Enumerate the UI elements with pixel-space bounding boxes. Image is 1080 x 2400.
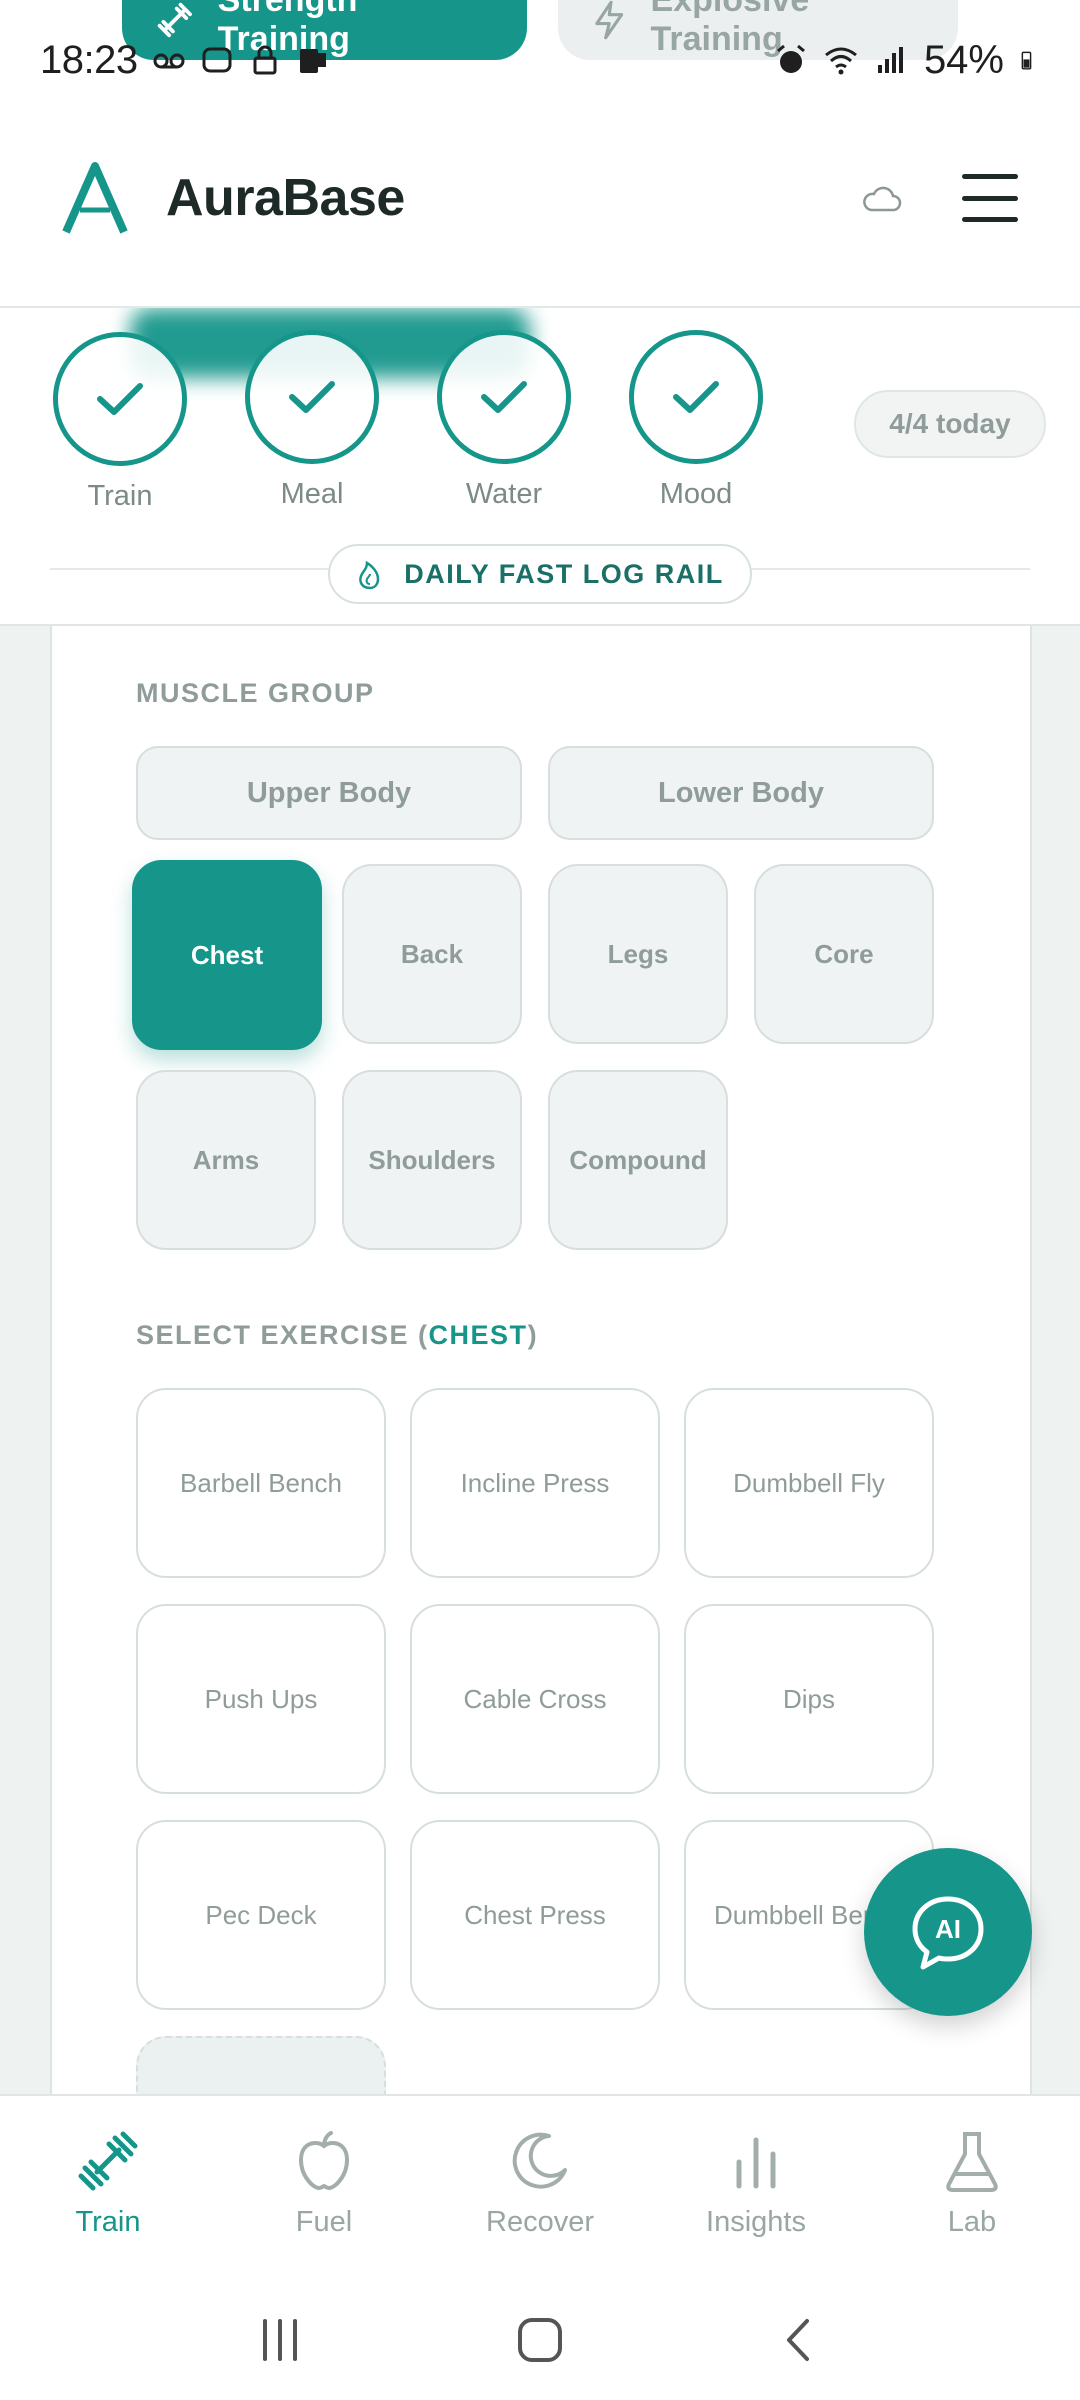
select-exercise-heading: SELECT EXERCISE (CHEST) <box>136 1320 538 1351</box>
group-legs-button[interactable]: Legs <box>548 864 728 1044</box>
nav-label: Lab <box>947 2206 997 2238</box>
rail-item-meal[interactable]: Meal <box>242 330 382 511</box>
fab-label: AI <box>935 1914 961 1944</box>
rail-item-label: Train <box>87 480 153 512</box>
hamburger-menu-icon[interactable] <box>962 174 1018 222</box>
region-lower-body-button[interactable]: Lower Body <box>548 746 934 840</box>
heading-group: CHEST <box>428 1320 528 1350</box>
nav-label: Recover <box>486 2206 594 2238</box>
brand-name: AuraBase <box>166 169 405 227</box>
check-circle <box>437 330 571 464</box>
signal-icon <box>877 47 903 73</box>
nav-fuel[interactable]: Fuel <box>216 2096 432 2280</box>
group-arms-button[interactable]: Arms <box>136 1070 316 1250</box>
flask-icon <box>946 2132 998 2192</box>
rail-item-label: Mood <box>659 478 733 510</box>
checkmark-icon <box>97 383 143 415</box>
check-circle <box>245 330 379 464</box>
home-icon[interactable] <box>515 2315 565 2365</box>
nav-label: Insights <box>706 2206 806 2238</box>
battery-icon <box>1021 51 1032 70</box>
exercise-barbell-bench[interactable]: Barbell Bench <box>136 1388 386 1578</box>
exercise-incline-press[interactable]: Incline Press <box>410 1388 660 1578</box>
exercise-cable-cross[interactable]: Cable Cross <box>410 1604 660 1794</box>
rail-item-label: Meal <box>280 478 344 510</box>
bottom-navigation: Train Fuel Recover Insights Lab <box>0 2094 1080 2280</box>
nav-label: Fuel <box>295 2206 353 2238</box>
flame-icon <box>359 560 380 590</box>
group-shoulders-button[interactable]: Shoulders <box>342 1070 522 1250</box>
region-upper-body-button[interactable]: Upper Body <box>136 746 522 840</box>
alarm-icon <box>776 44 805 73</box>
battery-percent: 54% <box>923 37 1004 82</box>
nav-label: Train <box>75 2206 141 2238</box>
exercise-dips[interactable]: Dips <box>684 1604 934 1794</box>
nav-train[interactable]: Train <box>0 2096 216 2280</box>
system-navigation-bar <box>0 2280 1080 2400</box>
rail-item-mood[interactable]: Mood <box>626 330 766 511</box>
heading-suffix: ) <box>527 1320 539 1350</box>
rail-item-water[interactable]: Water <box>434 330 574 511</box>
nav-insights[interactable]: Insights <box>648 2096 864 2280</box>
dumbbell-icon <box>78 2131 138 2191</box>
ai-chat-icon: AI <box>912 1896 984 1970</box>
app-notification-icon <box>202 47 232 73</box>
daily-fast-log-rail-toggle[interactable]: DAILY FAST LOG RAIL <box>328 544 752 604</box>
back-icon[interactable] <box>775 2315 825 2365</box>
exercise-chest-press[interactable]: Chest Press <box>410 1820 660 2010</box>
group-back-button[interactable]: Back <box>342 864 522 1044</box>
checkmark-icon <box>673 381 719 413</box>
group-compound-button[interactable]: Compound <box>548 1070 728 1250</box>
wifi-icon <box>825 47 857 75</box>
device-icon <box>299 49 326 73</box>
checkmark-icon <box>481 381 527 413</box>
ai-assistant-button[interactable]: AI <box>864 1848 1032 2016</box>
today-count-badge: 4/4 today <box>854 390 1046 458</box>
rail-pill-label: DAILY FAST LOG RAIL <box>404 558 724 589</box>
muscle-group-heading: MUSCLE GROUP <box>136 678 375 708</box>
apple-icon <box>298 2131 350 2191</box>
rail-item-train[interactable]: Train <box>50 332 190 513</box>
heading-prefix: SELECT EXERCISE ( <box>136 1320 429 1350</box>
lock-icon <box>253 45 277 75</box>
recent-apps-icon[interactable] <box>255 2315 305 2365</box>
exercise-pec-deck[interactable]: Pec Deck <box>136 1820 386 2010</box>
group-core-button[interactable]: Core <box>754 864 934 1044</box>
status-time: 18:23 <box>40 37 138 82</box>
rail-item-label: Water <box>465 478 543 510</box>
nav-recover[interactable]: Recover <box>432 2096 648 2280</box>
moon-icon <box>512 2132 567 2189</box>
app-header: AuraBase <box>0 90 1080 308</box>
exercise-dumbbell-fly[interactable]: Dumbbell Fly <box>684 1388 934 1578</box>
status-bar: 18:23 54% <box>0 30 1080 90</box>
check-circle <box>53 332 187 466</box>
nav-lab[interactable]: Lab <box>864 2096 1080 2280</box>
daily-log-rail: Train Meal Water Mood 4/4 today DAILY FA… <box>0 308 1080 626</box>
check-circle <box>629 330 763 464</box>
group-chest-button[interactable]: Chest <box>132 860 322 1050</box>
checkmark-icon <box>289 381 335 413</box>
exercise-add-custom[interactable] <box>136 2036 386 2096</box>
cloud-icon[interactable] <box>860 183 902 213</box>
bar-chart-icon <box>736 2137 776 2189</box>
voicemail-icon <box>153 53 185 69</box>
aurabase-logo-icon <box>62 162 128 234</box>
exercise-push-ups[interactable]: Push Ups <box>136 1604 386 1794</box>
